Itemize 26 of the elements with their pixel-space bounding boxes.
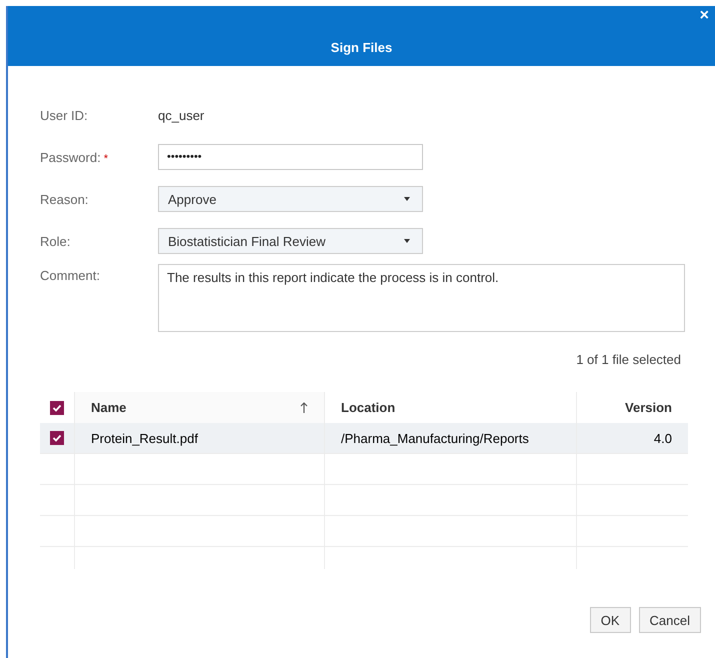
dialog-button[interactable]: OK	[590, 607, 631, 633]
table-cell: Protein_Result.pdf	[91, 430, 198, 446]
field-label: Role:	[40, 234, 72, 248]
row-checkbox[interactable]	[50, 431, 64, 445]
user-id-value: qc_user	[158, 108, 204, 122]
caret-icon	[404, 239, 410, 243]
dropdown[interactable]: Approve	[158, 186, 423, 212]
field-label: Password: *	[40, 150, 109, 164]
sort-arrow-icon	[300, 402, 308, 413]
comment-field[interactable]: The results in this report indicate the process is in control.	[158, 264, 685, 332]
file-row[interactable]: Protein_Result.pdf /Pharma_Manufacturing/Reports 4.0	[40, 423, 688, 454]
dialog-button[interactable]: Cancel	[638, 607, 701, 633]
table-cell: 4.0	[654, 430, 672, 446]
field-label: User ID:	[40, 108, 89, 122]
selection-summary: 1 of 1 file selected	[575, 352, 682, 369]
select-all-checkbox[interactable]	[50, 400, 64, 414]
column-header[interactable]: Name	[75, 392, 325, 423]
password-field[interactable]: •••••••••	[158, 144, 423, 170]
field-label: Reason:	[40, 192, 90, 206]
column-header[interactable]: Version	[577, 392, 688, 423]
window-title: Sign Files	[330, 40, 392, 55]
caret-icon	[404, 197, 410, 201]
table-cell: /Pharma_Manufacturing/Reports	[341, 430, 529, 446]
dropdown[interactable]: Biostatistician Final Review	[158, 228, 423, 254]
field-label: Comment:	[40, 267, 101, 283]
close-button[interactable]: ×	[696, 8, 713, 24]
